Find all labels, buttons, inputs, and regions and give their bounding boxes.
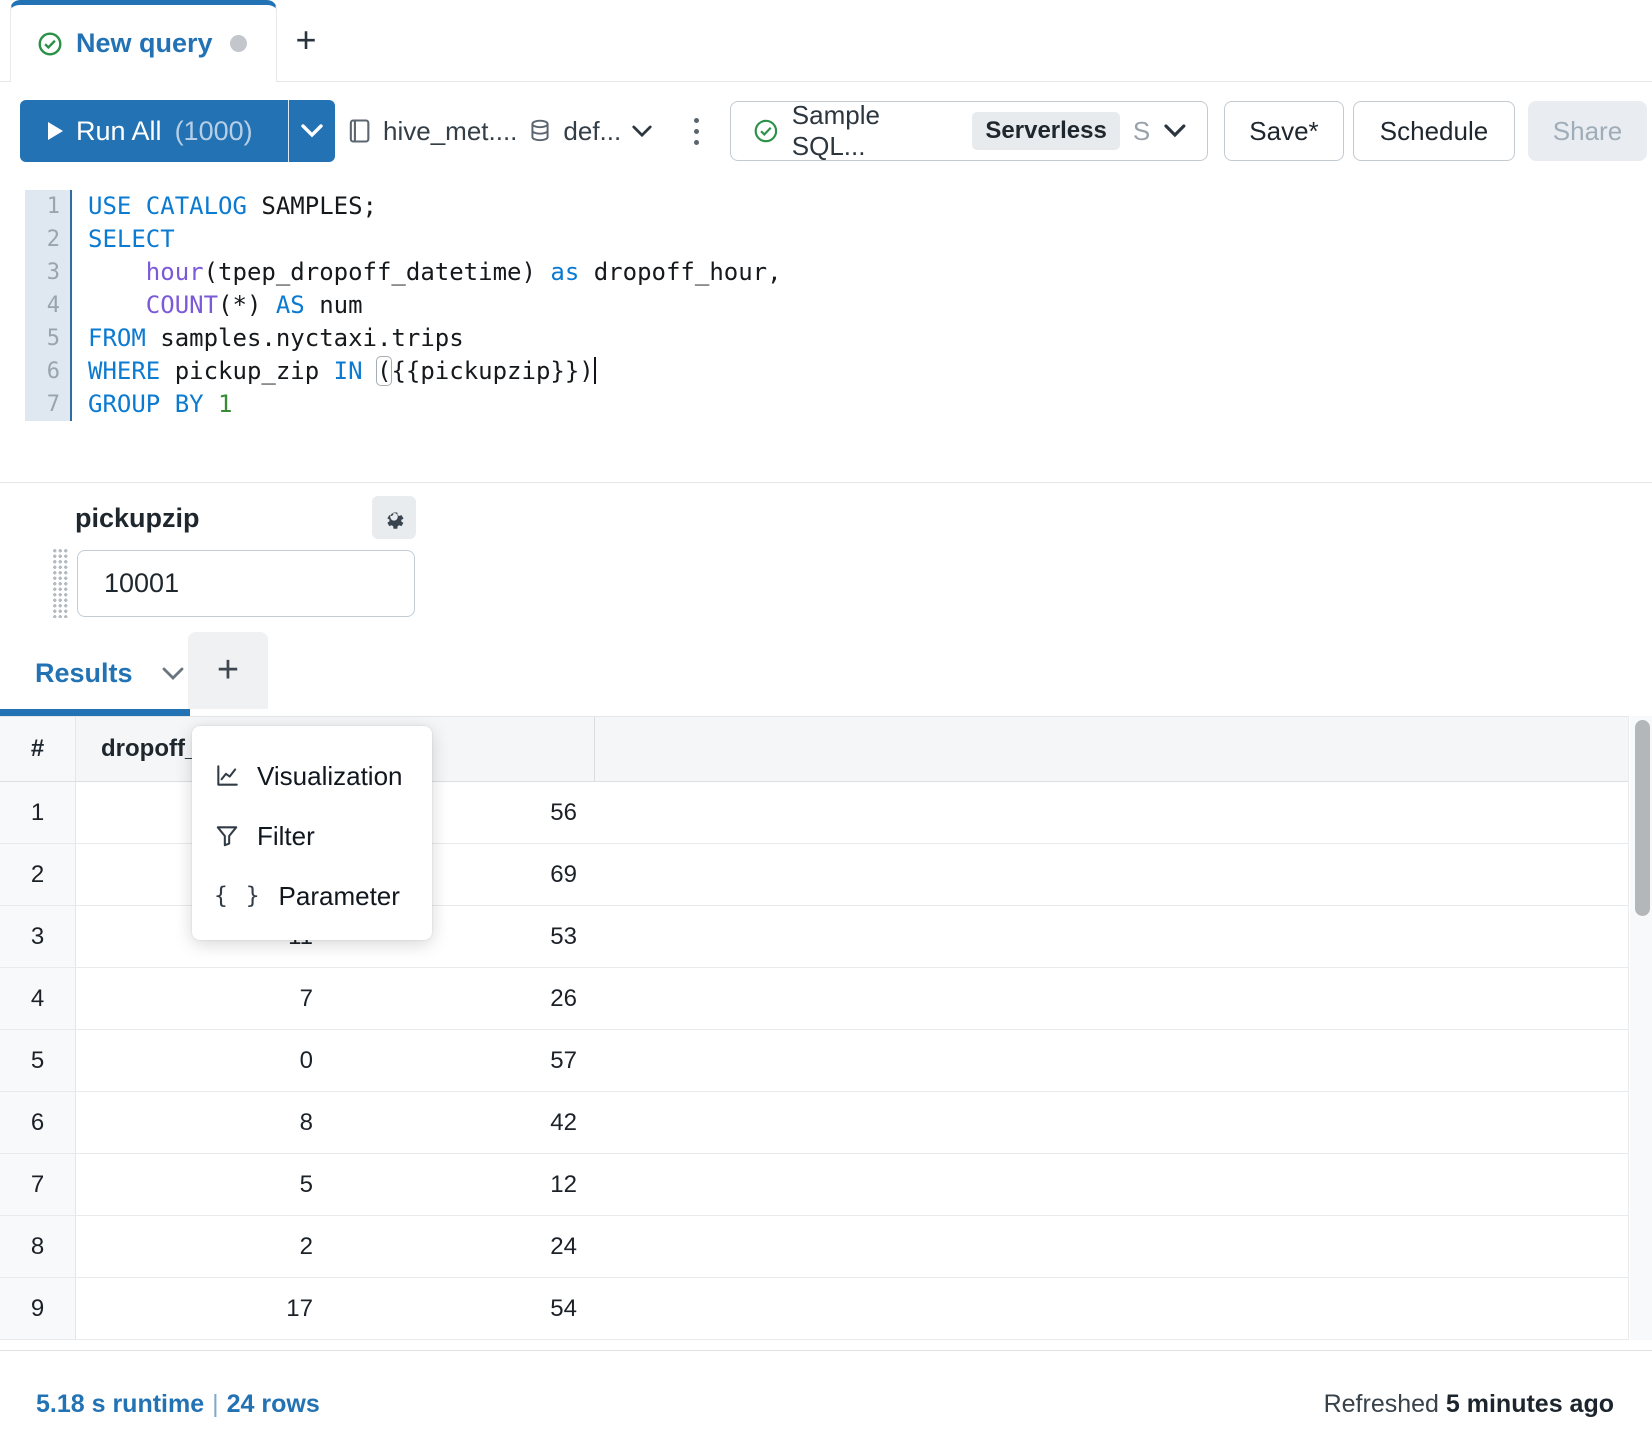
line-number: 6 xyxy=(25,355,70,388)
matched-bracket: ( xyxy=(377,357,391,385)
save-button[interactable]: Save* xyxy=(1224,101,1344,161)
parameter-name-label: pickupzip xyxy=(75,503,200,534)
query-status-check-icon xyxy=(37,31,63,57)
line-number: 1 xyxy=(25,190,70,223)
table-row: 7512 xyxy=(0,1154,1628,1216)
catalog-schema-selector[interactable]: hive_met.... def... xyxy=(345,100,653,162)
code-line: SELECT xyxy=(88,223,1588,256)
chevron-down-icon xyxy=(631,124,653,139)
editor-line-number-gutter: 1 2 3 4 5 6 7 xyxy=(25,190,72,421)
unsaved-dot-icon xyxy=(230,35,247,52)
chevron-down-icon xyxy=(1163,123,1187,139)
more-options-kebab-icon[interactable] xyxy=(684,100,708,162)
menu-item-visualization[interactable]: Visualization xyxy=(192,746,432,806)
chart-line-icon xyxy=(214,763,240,789)
code-line: WHERE pickup_zip IN ({{pickupzip}}) xyxy=(88,355,1588,388)
refreshed-time: 5 minutes ago xyxy=(1446,1390,1614,1418)
serverless-badge: Serverless xyxy=(972,112,1119,150)
add-results-tab-button[interactable]: + xyxy=(188,632,268,709)
parameter-settings-button[interactable] xyxy=(372,496,416,539)
editor-results-divider xyxy=(0,482,1652,483)
tab-new-query[interactable]: New query xyxy=(10,0,277,82)
runtime-text: 5.18 s runtime xyxy=(36,1390,204,1418)
table-right-border xyxy=(1628,716,1629,1340)
table-row: 8224 xyxy=(0,1216,1628,1278)
column-header-index[interactable]: # xyxy=(0,717,76,781)
separator: | xyxy=(204,1390,227,1418)
menu-item-filter[interactable]: Filter xyxy=(192,806,432,866)
catalog-book-icon xyxy=(345,117,373,145)
warehouse-size: S xyxy=(1133,116,1150,147)
chevron-down-icon xyxy=(161,666,185,682)
schedule-button[interactable]: Schedule xyxy=(1353,101,1515,161)
run-all-label: Run All xyxy=(76,116,162,147)
table-row: 4726 xyxy=(0,968,1628,1030)
table-row: 91754 xyxy=(0,1278,1628,1340)
sql-editor-app: New query + Run All (1000) hive_met.... … xyxy=(0,0,1652,1444)
schema-name: def... xyxy=(563,116,621,147)
code-line: FROM samples.nyctaxi.trips xyxy=(88,322,1588,355)
refreshed-status: Refreshed 5 minutes ago xyxy=(1324,1390,1614,1419)
share-button[interactable]: Share xyxy=(1528,101,1647,161)
line-number: 4 xyxy=(25,289,70,322)
table-row: 5057 xyxy=(0,1030,1628,1092)
code-line: hour(tpep_dropoff_datetime) as dropoff_h… xyxy=(88,256,1588,289)
add-tab-dropdown-menu: Visualization Filter { } Parameter xyxy=(192,726,432,940)
braces-icon: { } xyxy=(214,883,262,909)
menu-item-label: Visualization xyxy=(257,761,403,792)
line-number: 5 xyxy=(25,322,70,355)
funnel-icon xyxy=(214,823,240,849)
parameter-value-input[interactable] xyxy=(77,550,415,617)
catalog-name: hive_met.... xyxy=(383,116,517,147)
parameter-drag-handle[interactable] xyxy=(52,548,68,618)
line-number: 7 xyxy=(25,388,70,421)
line-number: 3 xyxy=(25,256,70,289)
line-number: 2 xyxy=(25,223,70,256)
run-options-dropdown[interactable] xyxy=(289,123,335,139)
menu-item-label: Filter xyxy=(257,821,315,852)
run-limit: (1000) xyxy=(175,116,253,147)
table-row: 6842 xyxy=(0,1092,1628,1154)
new-tab-button[interactable]: + xyxy=(284,18,328,62)
sql-code-editor[interactable]: USE CATALOG SAMPLES; SELECT hour(tpep_dr… xyxy=(88,190,1588,421)
text-cursor xyxy=(594,357,597,384)
tab-label: New query xyxy=(76,28,213,59)
chevron-down-icon xyxy=(300,123,324,139)
code-line: COUNT(*) AS num xyxy=(88,289,1588,322)
results-tab-label: Results xyxy=(35,658,133,689)
warehouse-selector[interactable]: Sample SQL... Serverless S xyxy=(730,101,1208,161)
code-line: USE CATALOG SAMPLES; xyxy=(88,190,1588,223)
code-line: GROUP BY 1 xyxy=(88,388,1588,421)
column-header-filler xyxy=(595,717,1628,781)
query-runtime-status[interactable]: 5.18 s runtime|24 rows xyxy=(36,1390,320,1419)
footer-divider xyxy=(0,1350,1652,1351)
run-all-button[interactable]: Run All (1000) xyxy=(20,100,335,162)
results-tab[interactable]: Results xyxy=(35,658,185,689)
schema-database-icon xyxy=(527,117,553,145)
scrollbar-thumb[interactable] xyxy=(1635,720,1650,916)
menu-item-label: Parameter xyxy=(279,881,400,912)
gear-icon xyxy=(382,506,406,530)
menu-item-parameter[interactable]: { } Parameter xyxy=(192,866,432,926)
active-tab-underline xyxy=(0,709,190,716)
play-icon xyxy=(48,122,63,140)
warehouse-name: Sample SQL... xyxy=(792,100,960,162)
row-count-text: 24 rows xyxy=(227,1390,320,1418)
warehouse-status-check-icon xyxy=(753,118,779,144)
